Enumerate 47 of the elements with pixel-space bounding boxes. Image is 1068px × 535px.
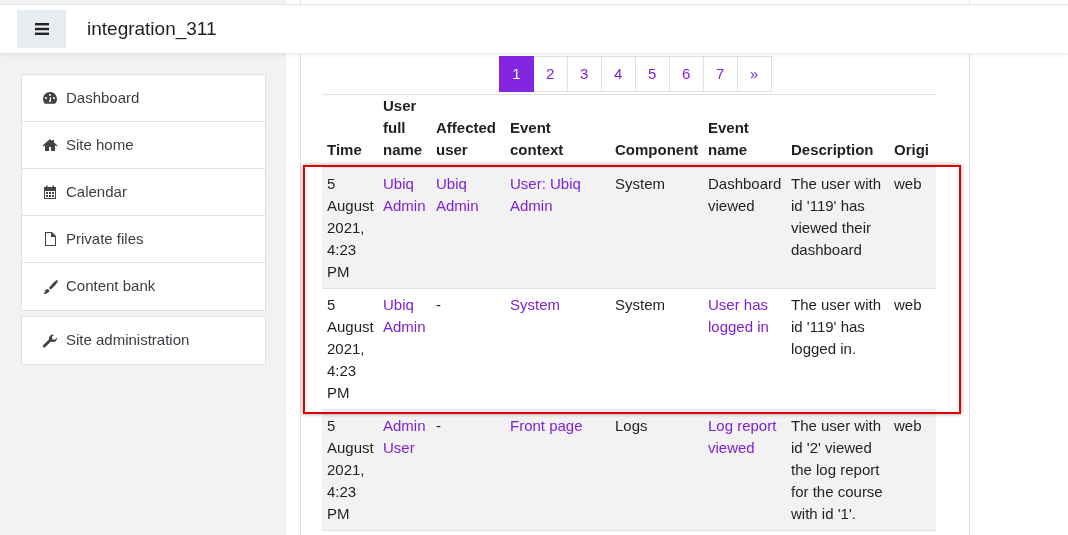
page-link[interactable]: 7 (703, 56, 738, 92)
page-link[interactable]: 6 (669, 56, 704, 92)
sidebar-item[interactable]: Private files (22, 216, 265, 263)
table-link[interactable]: Ubiq Admin (378, 167, 431, 289)
menu-button[interactable] (17, 10, 66, 48)
table-link[interactable]: User: Ubiq Admin (505, 167, 610, 289)
table-cell: web (889, 167, 936, 289)
table-cell: Dashboard viewed (703, 167, 786, 289)
sidebar-item[interactable]: Dashboard (22, 75, 265, 122)
table-link[interactable]: Front page (505, 409, 610, 531)
table-cell: System (610, 167, 703, 289)
table-link[interactable]: System (505, 288, 610, 410)
page-link[interactable]: » (737, 56, 772, 92)
page-link[interactable]: 2 (533, 56, 568, 92)
sidebar-item[interactable]: Site home (22, 122, 265, 169)
dashboard-icon (42, 90, 58, 106)
sidebar-item[interactable]: Site administration (22, 317, 265, 364)
table-cell: 5 August 2021, 4:23 PM (322, 167, 378, 289)
brush-icon (42, 278, 58, 295)
page-link[interactable]: 5 (635, 56, 670, 92)
table-cell: web (889, 409, 936, 531)
page-link[interactable]: 3 (567, 56, 602, 92)
table-cell: The user with id '119' has viewed their dashboard (786, 167, 889, 289)
table-cell: Logs (610, 409, 703, 531)
table-link[interactable]: Ubiq Admin (378, 288, 431, 410)
wrench-icon (42, 332, 58, 349)
sidebar-item[interactable]: Content bank (22, 263, 265, 310)
table-cell: The user with id '2' viewed the log report for the course with id '1'. (786, 409, 889, 531)
table-cell: - (431, 409, 505, 531)
table-link[interactable]: Ubiq Admin (431, 167, 505, 289)
table-cell: The user with id '119' has logged in. (786, 288, 889, 410)
calendar-icon (42, 184, 58, 200)
menu-icon (34, 23, 49, 35)
sidebar-item[interactable]: Calendar (22, 169, 265, 216)
table-cell: web (889, 288, 936, 410)
table-cell: - (431, 288, 505, 410)
table-link[interactable]: Log report viewed (703, 409, 786, 531)
page-link[interactable]: 1 (499, 56, 534, 92)
file-icon (42, 231, 58, 247)
home-icon (42, 137, 58, 153)
table-cell: 5 August 2021, 4:23 PM (322, 288, 378, 410)
table-cell: 5 August 2021, 4:23 PM (322, 409, 378, 531)
page-link[interactable]: 4 (601, 56, 636, 92)
table-link[interactable]: User has logged in (703, 288, 786, 410)
table-link[interactable]: Admin User (378, 409, 431, 531)
site-title[interactable]: integration_311 (87, 14, 217, 44)
table-cell: System (610, 288, 703, 410)
